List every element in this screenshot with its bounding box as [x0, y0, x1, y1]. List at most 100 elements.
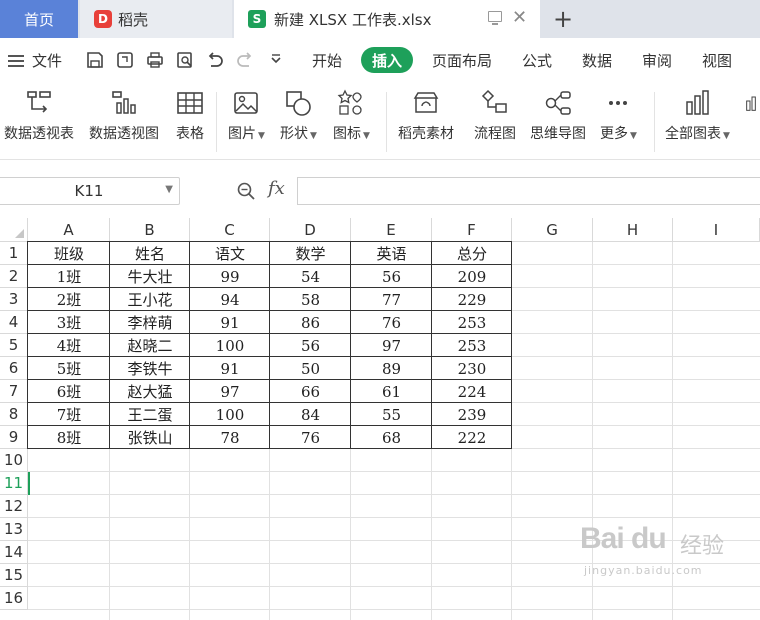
row-header-9[interactable]: 9 — [0, 426, 28, 449]
redo-icon[interactable] — [235, 50, 255, 70]
table-cell[interactable]: 56 — [270, 334, 351, 357]
picture-button[interactable]: 图片 ▼ — [228, 88, 265, 143]
table-cell[interactable]: 89 — [351, 357, 432, 380]
table-header-cell[interactable]: 总分 — [432, 242, 512, 265]
table-cell[interactable]: 91 — [190, 311, 270, 334]
table-cell[interactable]: 1班 — [28, 265, 110, 288]
chevron-down-icon[interactable] — [266, 50, 286, 70]
zoom-icon[interactable] — [236, 181, 256, 201]
table-cell[interactable]: 239 — [432, 403, 512, 426]
column-header-c[interactable]: C — [190, 218, 270, 242]
table-cell[interactable]: 李铁牛 — [110, 357, 190, 380]
table-cell[interactable]: 100 — [190, 403, 270, 426]
table-cell[interactable]: 50 — [270, 357, 351, 380]
table-cell[interactable]: 222 — [432, 426, 512, 449]
print-icon[interactable] — [145, 50, 165, 70]
tab-docer[interactable]: D 稻壳 — [80, 0, 232, 38]
row-header-8[interactable]: 8 — [0, 403, 28, 426]
table-cell[interactable]: 8班 — [28, 426, 110, 449]
row-header-16[interactable]: 16 — [0, 587, 28, 610]
undo-icon[interactable] — [205, 50, 225, 70]
table-cell[interactable]: 253 — [432, 334, 512, 357]
table-cell[interactable]: 56 — [351, 265, 432, 288]
table-cell[interactable]: 229 — [432, 288, 512, 311]
row-header-3[interactable]: 3 — [0, 288, 28, 311]
name-box[interactable]: K11 ▼ — [0, 177, 180, 205]
table-header-cell[interactable]: 班级 — [28, 242, 110, 265]
row-header-14[interactable]: 14 — [0, 541, 28, 564]
table-cell[interactable]: 赵大猛 — [110, 380, 190, 403]
column-header-h[interactable]: H — [593, 218, 673, 242]
table-cell[interactable]: 2班 — [28, 288, 110, 311]
row-header-7[interactable]: 7 — [0, 380, 28, 403]
table-cell[interactable]: 209 — [432, 265, 512, 288]
table-cell[interactable]: 97 — [190, 380, 270, 403]
row-header-15[interactable]: 15 — [0, 564, 28, 587]
column-header-e[interactable]: E — [351, 218, 432, 242]
tab-home[interactable]: 首页 — [0, 0, 78, 38]
formula-input[interactable] — [297, 177, 760, 205]
table-cell[interactable]: 91 — [190, 357, 270, 380]
table-cell[interactable]: 3班 — [28, 311, 110, 334]
export-pdf-icon[interactable] — [115, 50, 135, 70]
icons-button[interactable]: 图标 ▼ — [333, 88, 370, 143]
more-button[interactable]: 更多 ▼ — [600, 88, 637, 143]
shape-button[interactable]: 形状 ▼ — [280, 88, 317, 143]
pivot-table-button[interactable]: 数据透视表 — [4, 88, 74, 143]
table-cell[interactable]: 100 — [190, 334, 270, 357]
column-header-d[interactable]: D — [270, 218, 351, 242]
table-cell[interactable]: 78 — [190, 426, 270, 449]
table-cell[interactable]: 55 — [351, 403, 432, 426]
menu-item-formula[interactable]: 公式 — [522, 50, 552, 71]
table-header-cell[interactable]: 语文 — [190, 242, 270, 265]
table-cell[interactable]: 61 — [351, 380, 432, 403]
all-charts-button[interactable]: 全部图表 ▼ — [665, 88, 730, 143]
mindmap-button[interactable]: 思维导图 — [530, 88, 586, 143]
new-tab-button[interactable]: + — [548, 0, 578, 38]
row-header-12[interactable]: 12 — [0, 495, 28, 518]
table-cell[interactable]: 66 — [270, 380, 351, 403]
table-cell[interactable]: 84 — [270, 403, 351, 426]
docer-material-button[interactable]: 稻壳素材 — [398, 88, 454, 143]
row-header-13[interactable]: 13 — [0, 518, 28, 541]
menu-item-view[interactable]: 视图 — [702, 50, 732, 71]
row-header-10[interactable]: 10 — [0, 449, 28, 472]
row-header-1[interactable]: 1 — [0, 242, 28, 265]
table-cell[interactable]: 牛大壮 — [110, 265, 190, 288]
table-cell[interactable]: 王二蛋 — [110, 403, 190, 426]
row-header-5[interactable]: 5 — [0, 334, 28, 357]
flowchart-button[interactable]: 流程图 — [474, 88, 516, 143]
table-cell[interactable]: 76 — [270, 426, 351, 449]
table-cell[interactable]: 58 — [270, 288, 351, 311]
pivot-chart-button[interactable]: 数据透视图 — [89, 88, 159, 143]
table-cell[interactable]: 李梓萌 — [110, 311, 190, 334]
print-preview-icon[interactable] — [175, 50, 195, 70]
table-cell[interactable]: 230 — [432, 357, 512, 380]
menu-item-review[interactable]: 审阅 — [642, 50, 672, 71]
table-header-cell[interactable]: 姓名 — [110, 242, 190, 265]
table-cell[interactable]: 赵晓二 — [110, 334, 190, 357]
row-header-11[interactable]: 11 — [0, 472, 28, 495]
column-header-a[interactable]: A — [28, 218, 110, 242]
row-header-2[interactable]: 2 — [0, 265, 28, 288]
table-cell[interactable]: 77 — [351, 288, 432, 311]
menu-item-start[interactable]: 开始 — [312, 50, 342, 71]
column-header-b[interactable]: B — [110, 218, 190, 242]
menu-item-data[interactable]: 数据 — [582, 50, 612, 71]
table-cell[interactable]: 253 — [432, 311, 512, 334]
table-cell[interactable]: 5班 — [28, 357, 110, 380]
table-cell[interactable]: 王小花 — [110, 288, 190, 311]
table-header-cell[interactable]: 数学 — [270, 242, 351, 265]
fx-icon[interactable]: fx — [268, 178, 285, 199]
chevron-down-icon[interactable]: ▼ — [165, 184, 173, 195]
column-chart-button[interactable] — [744, 88, 760, 118]
close-tab-icon[interactable]: ✕ — [512, 7, 527, 28]
column-header-f[interactable]: F — [432, 218, 512, 242]
row-header-4[interactable]: 4 — [0, 311, 28, 334]
select-all-corner[interactable] — [0, 218, 28, 242]
column-header-g[interactable]: G — [512, 218, 593, 242]
table-cell[interactable]: 张铁山 — [110, 426, 190, 449]
table-cell[interactable]: 4班 — [28, 334, 110, 357]
table-button[interactable]: 表格 — [175, 88, 205, 143]
tab-document[interactable]: S 新建 XLSX 工作表.xlsx ✕ — [234, 0, 540, 38]
